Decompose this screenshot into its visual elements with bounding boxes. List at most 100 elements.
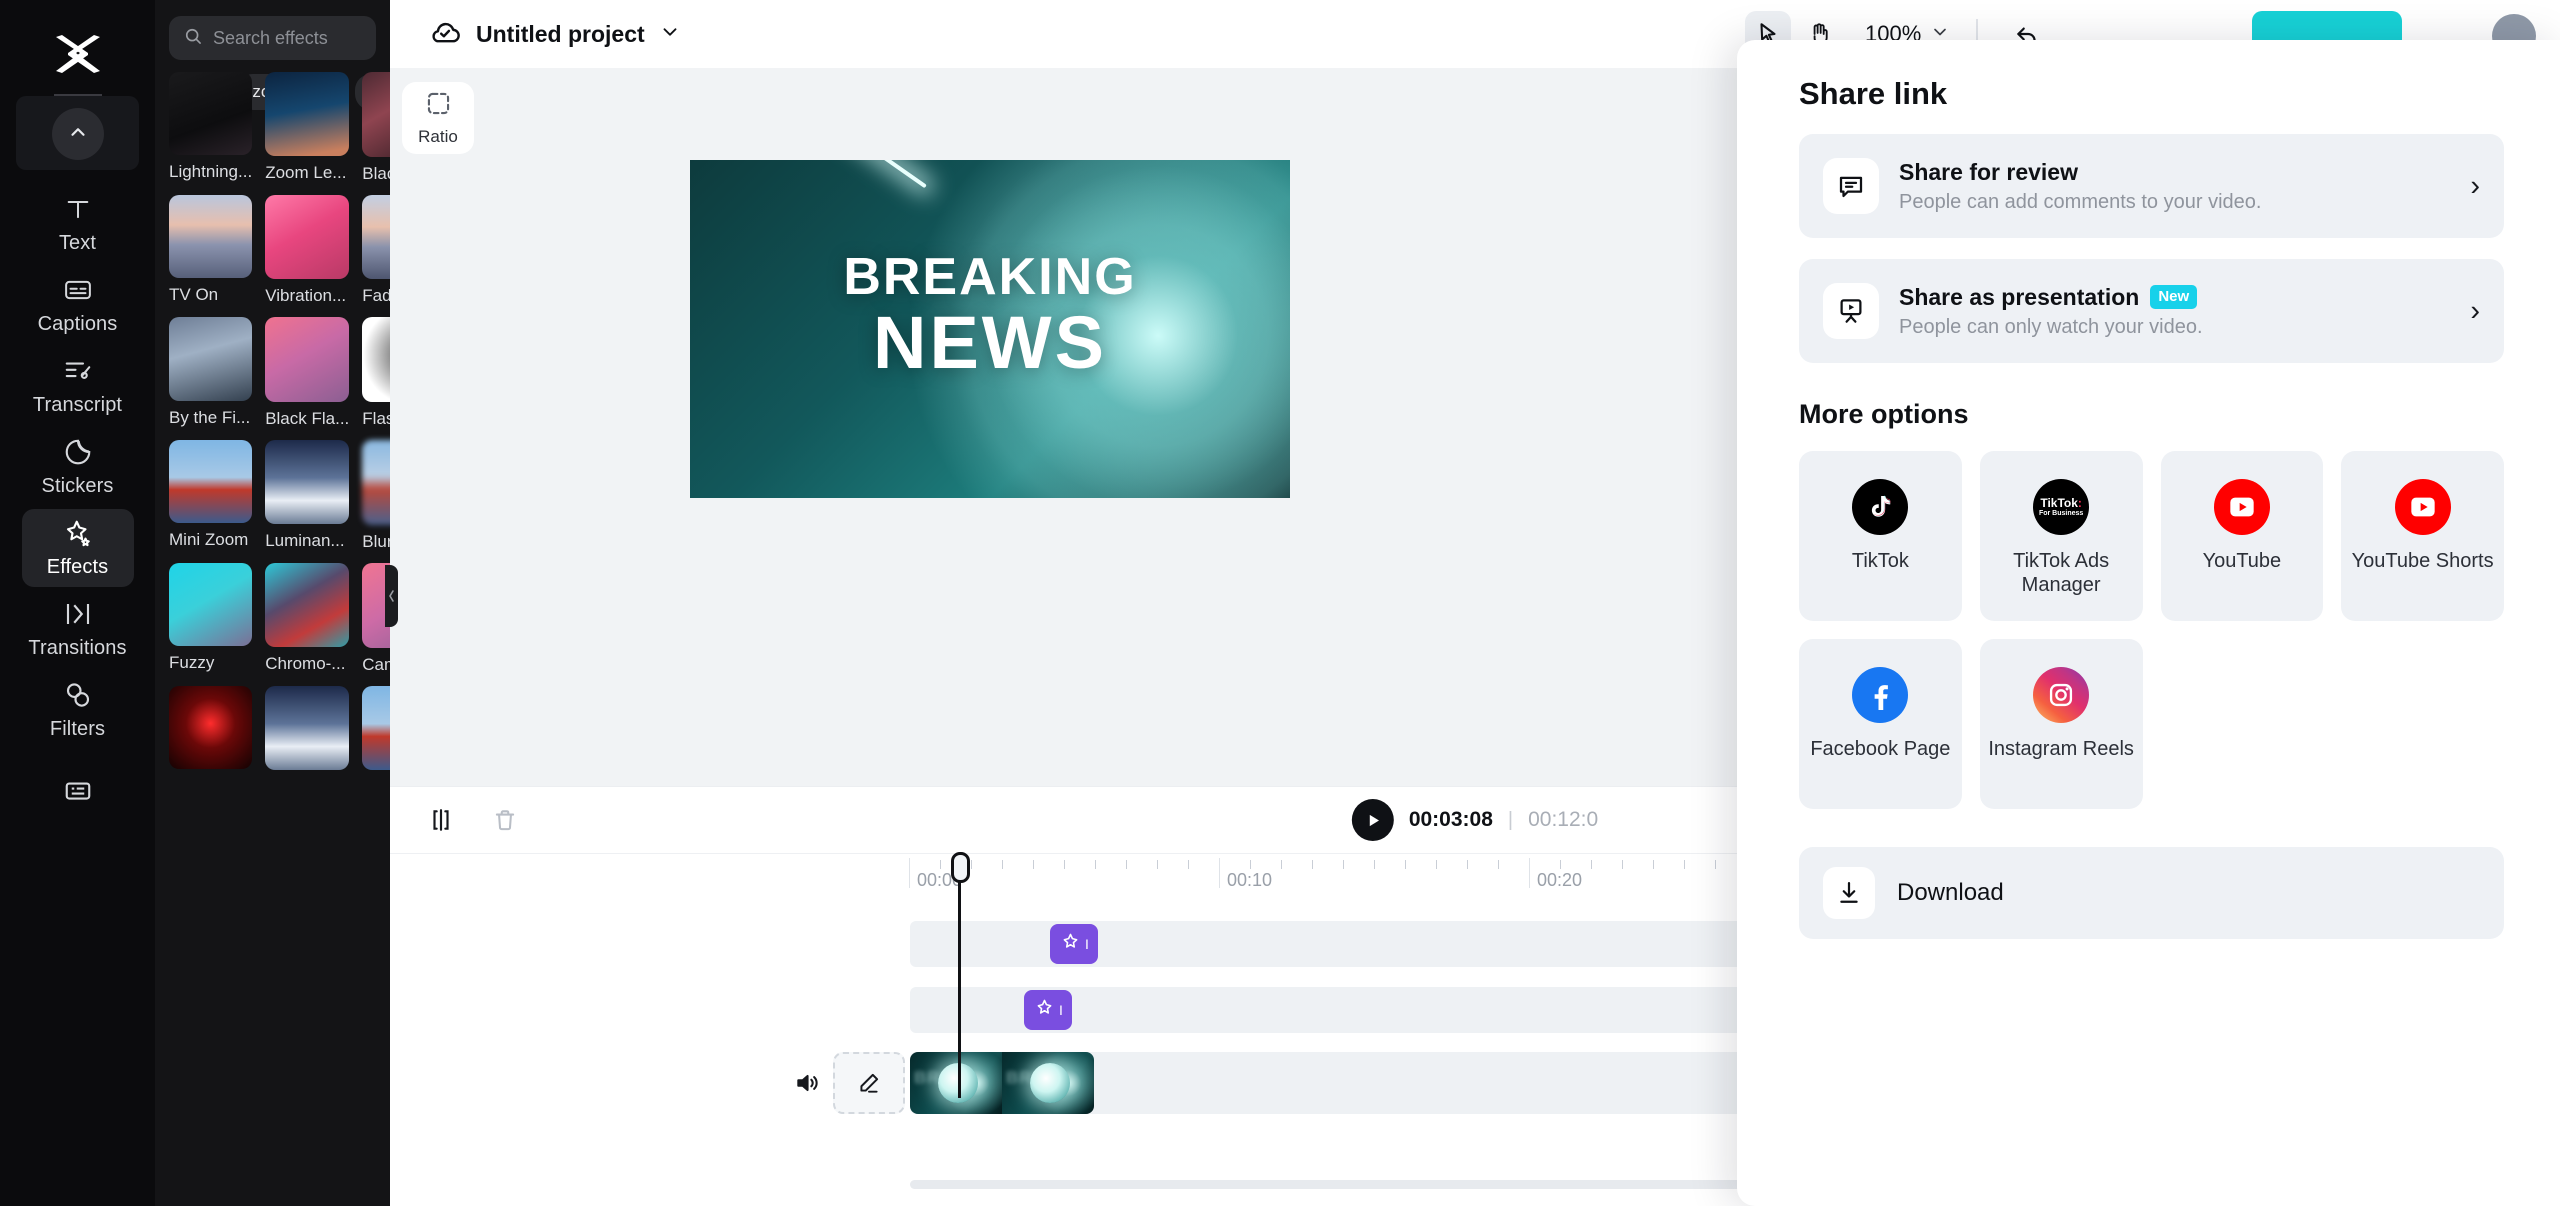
edit-track-button[interactable] xyxy=(833,1052,905,1114)
effect-tile[interactable]: Mini Zoom xyxy=(169,440,253,552)
panel-collapse-handle[interactable] xyxy=(385,565,398,627)
playhead-knob[interactable] xyxy=(951,852,970,883)
effect-name: TV On xyxy=(169,284,219,304)
play-button[interactable] xyxy=(1351,799,1394,841)
effect-tile[interactable] xyxy=(265,685,350,771)
main-area: Untitled project 100% Ratio BREAKING NEW… xyxy=(390,0,2560,1206)
video-clip[interactable]: BRK BRK xyxy=(910,1052,1094,1114)
download-button[interactable]: Download xyxy=(1799,847,2504,939)
platform-label: TikTok Ads Manager xyxy=(2013,550,2110,597)
video-text-line2: NEWS xyxy=(873,300,1107,384)
templates-icon xyxy=(62,775,94,807)
share-row-text: Share as presentation New People can onl… xyxy=(1899,284,2456,339)
sidebar-item-label: Captions xyxy=(37,313,118,335)
speaker-icon[interactable] xyxy=(790,1066,824,1100)
video-preview[interactable]: BREAKING NEWS xyxy=(690,160,1290,498)
ruler-label: 00:10 xyxy=(1227,870,1273,890)
ratio-button[interactable]: Ratio xyxy=(402,82,474,154)
trash-icon[interactable] xyxy=(484,799,526,841)
effect-tile[interactable]: Fuzzy xyxy=(169,562,253,675)
effect-tile[interactable] xyxy=(362,685,390,771)
effect-name: Blur xyxy=(362,531,390,551)
youtube-icon xyxy=(2213,479,2270,535)
sidebar-item-stickers[interactable]: Stickers xyxy=(22,428,134,506)
platform-label: Facebook Page xyxy=(1810,738,1951,760)
effect-tile[interactable]: Black Fla... xyxy=(265,317,350,429)
effect-thumbnail xyxy=(265,194,350,279)
page-title: Untitled project xyxy=(476,20,645,47)
tiktok-icon xyxy=(1852,479,1909,535)
sidebar-item-templates[interactable] xyxy=(22,752,134,830)
playhead[interactable] xyxy=(958,853,961,1098)
effect-thumbnail xyxy=(362,440,390,525)
split-icon[interactable] xyxy=(420,799,462,841)
platform-label: YouTube Shorts xyxy=(2351,550,2494,572)
more-options-title: More options xyxy=(1799,399,1969,429)
effect-tile[interactable]: Lightning... xyxy=(169,72,253,184)
stickers-icon xyxy=(62,436,94,468)
rail-collapse-button[interactable] xyxy=(51,108,104,160)
platform-tiktok[interactable]: TikTok xyxy=(1799,451,1962,621)
effect-tile[interactable]: Flash Vib... xyxy=(362,317,390,429)
share-row-title-text: Share for review xyxy=(1899,158,2078,185)
effect-clip-label: I xyxy=(1059,1002,1063,1018)
search-input[interactable] xyxy=(213,27,362,49)
sidebar-item-transitions[interactable]: Transitions xyxy=(22,590,134,668)
sidebar-item-transcript[interactable]: Transcript xyxy=(22,347,134,425)
search-box[interactable] xyxy=(169,16,376,60)
platform-label: TikTok xyxy=(1851,550,1909,572)
effect-name: Camera ... xyxy=(362,654,390,674)
effect-tile[interactable]: Chromo-... xyxy=(265,562,350,675)
video-thumbnail-frame: BRK xyxy=(1002,1052,1094,1114)
effect-tile[interactable]: Vibration... xyxy=(265,194,350,307)
effect-name: By the Fi... xyxy=(169,407,251,427)
time-separator: | xyxy=(1507,808,1514,831)
effect-thumbnail xyxy=(265,562,350,648)
share-as-presentation-row[interactable]: Share as presentation New People can onl… xyxy=(1799,259,2504,363)
sidebar-item-effects[interactable]: Effects xyxy=(21,509,134,587)
effect-name: Zoom Le... xyxy=(265,163,347,183)
effect-clip-label: I xyxy=(1085,936,1089,952)
chevron-down-icon[interactable] xyxy=(659,21,681,48)
playback-controls: 00:03:08 | 00:12:0 xyxy=(1351,799,1598,841)
effect-tile[interactable]: Fade In xyxy=(362,194,390,307)
share-for-review-row[interactable]: Share for review People can add comments… xyxy=(1799,134,2504,238)
crop-frame-icon xyxy=(425,90,452,122)
sidebar-item-label: Text xyxy=(58,232,97,254)
effect-name: Chromo-... xyxy=(265,654,346,674)
capcut-editor-window: Audio Text Captions Transcript xyxy=(0,0,2560,1206)
share-row-title: Share as presentation New xyxy=(1899,284,2456,311)
platform-instagram-reels[interactable]: Instagram Reels xyxy=(1979,639,2143,809)
effect-clip[interactable]: I xyxy=(1024,990,1072,1030)
platform-tiktok-ads-manager[interactable]: TikTok: For Business TikTok Ads Manager xyxy=(1979,451,2143,621)
current-time: 00:03:08 xyxy=(1408,808,1493,831)
sidebar-item-label: Stickers xyxy=(41,475,114,497)
effect-tile[interactable] xyxy=(169,685,253,771)
effect-tile[interactable]: Blur xyxy=(362,440,390,552)
sidebar-item-filters[interactable]: Filters xyxy=(22,671,134,749)
project-title-group[interactable]: Untitled project xyxy=(428,15,681,54)
text-icon xyxy=(62,193,94,225)
effect-tile[interactable]: TV On xyxy=(169,194,253,307)
effect-thumbnail xyxy=(265,685,350,770)
status-badge: New xyxy=(2150,284,2198,310)
platform-youtube-shorts[interactable]: YouTube Shorts xyxy=(2341,451,2504,621)
platform-youtube[interactable]: YouTube xyxy=(2160,451,2324,621)
effect-tile[interactable]: By the Fi... xyxy=(169,317,253,429)
platform-grid: TikTok TikTok: For Business TikTok Ads M… xyxy=(1799,451,2504,809)
effect-thumbnail xyxy=(362,194,390,280)
instagram-icon xyxy=(2033,667,2090,723)
effect-name: Luminan... xyxy=(265,531,345,551)
effect-clip[interactable]: I xyxy=(1050,924,1098,964)
capcut-logo-icon[interactable] xyxy=(47,30,109,80)
effect-tile[interactable]: Black Fla... xyxy=(362,72,390,184)
youtube-shorts-icon xyxy=(2394,479,2451,535)
chevron-right-icon: › xyxy=(2470,169,2480,202)
sidebar-item-captions[interactable]: Captions xyxy=(22,266,134,344)
effect-tile[interactable]: Luminan... xyxy=(265,440,350,552)
platform-facebook-page[interactable]: Facebook Page xyxy=(1799,639,1962,809)
sidebar-item-text[interactable]: Text xyxy=(22,185,134,263)
effect-thumbnail xyxy=(362,317,390,403)
sidebar-item-label: Filters xyxy=(49,718,106,740)
effect-tile[interactable]: Zoom Le... xyxy=(265,72,350,184)
